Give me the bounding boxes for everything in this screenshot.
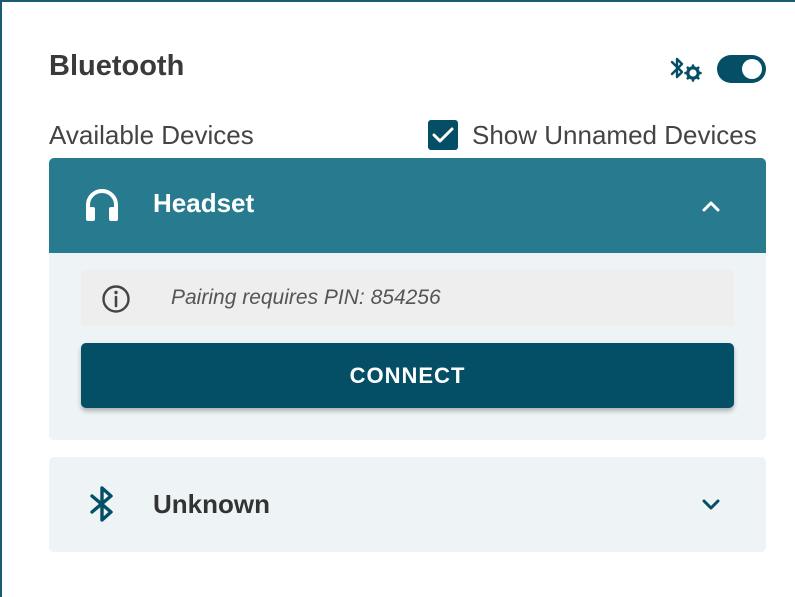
available-devices-label: Available Devices	[49, 120, 254, 150]
checkbox-checked-icon[interactable]	[428, 120, 458, 150]
toggle-knob	[742, 59, 762, 79]
headphones-icon	[83, 186, 121, 224]
pairing-info-box: Pairing requires PIN: 854256	[81, 270, 734, 326]
chevron-down-icon[interactable]	[695, 489, 727, 521]
bluetooth-settings-icon[interactable]	[668, 52, 704, 86]
show-unnamed-devices-checkbox[interactable]: Show Unnamed Devices	[428, 118, 757, 152]
device-card-unknown: Unknown	[49, 457, 766, 552]
bluetooth-panel: Bluetooth Available Devices Show Unnamed…	[0, 0, 795, 597]
panel-title: Bluetooth	[49, 50, 185, 82]
device-name: Unknown	[153, 489, 270, 519]
device-header-headset[interactable]: Headset	[49, 158, 766, 253]
bluetooth-icon	[83, 485, 121, 523]
device-card-headset: Headset Pairing requires PIN: 854256 CON…	[49, 158, 766, 440]
bluetooth-toggle[interactable]	[717, 55, 766, 83]
connect-button[interactable]: CONNECT	[81, 343, 734, 408]
pairing-info-text: Pairing requires PIN: 854256	[171, 286, 441, 309]
device-name: Headset	[153, 188, 255, 218]
show-unnamed-devices-label: Show Unnamed Devices	[472, 119, 757, 150]
chevron-up-icon[interactable]	[695, 190, 727, 222]
device-header-unknown[interactable]: Unknown	[49, 457, 766, 552]
info-icon	[99, 282, 133, 316]
